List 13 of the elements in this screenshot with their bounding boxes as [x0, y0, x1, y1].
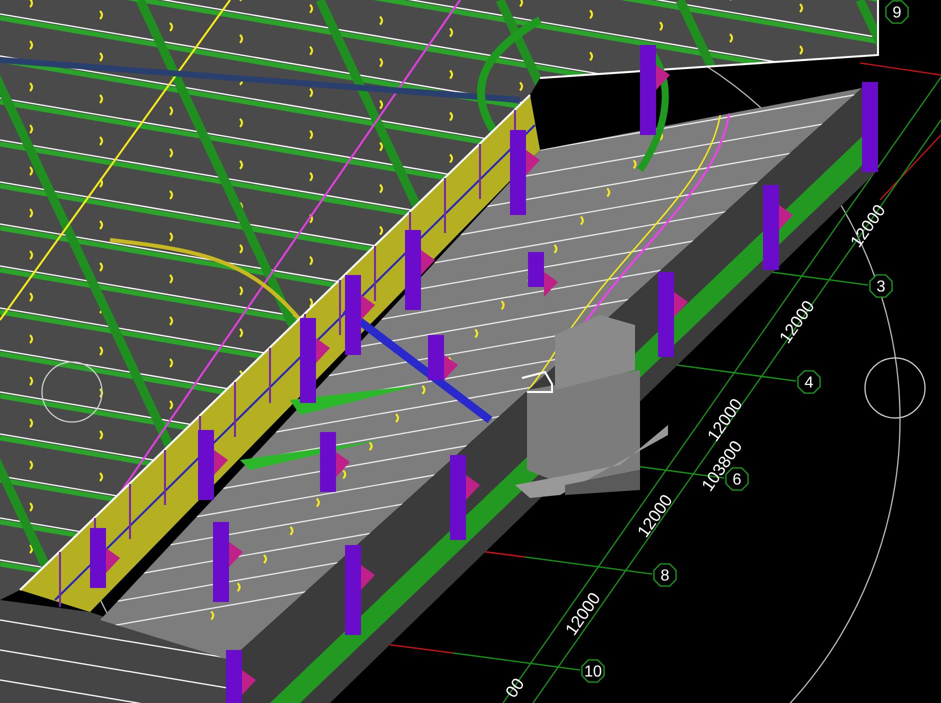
column: [320, 432, 350, 492]
grid-line: [880, 134, 941, 200]
dimension-label: 00: [502, 674, 528, 702]
column: [90, 528, 120, 588]
column: [198, 430, 228, 500]
column: [528, 252, 558, 297]
grid-bubble: 10: [581, 659, 605, 683]
column: [226, 650, 256, 703]
grid-bubble: 9: [885, 0, 909, 24]
grid-bubble: 8: [653, 563, 677, 587]
grid-bubble: 4: [797, 370, 821, 394]
column: [428, 335, 458, 380]
grid-bubble: 3: [869, 274, 893, 298]
